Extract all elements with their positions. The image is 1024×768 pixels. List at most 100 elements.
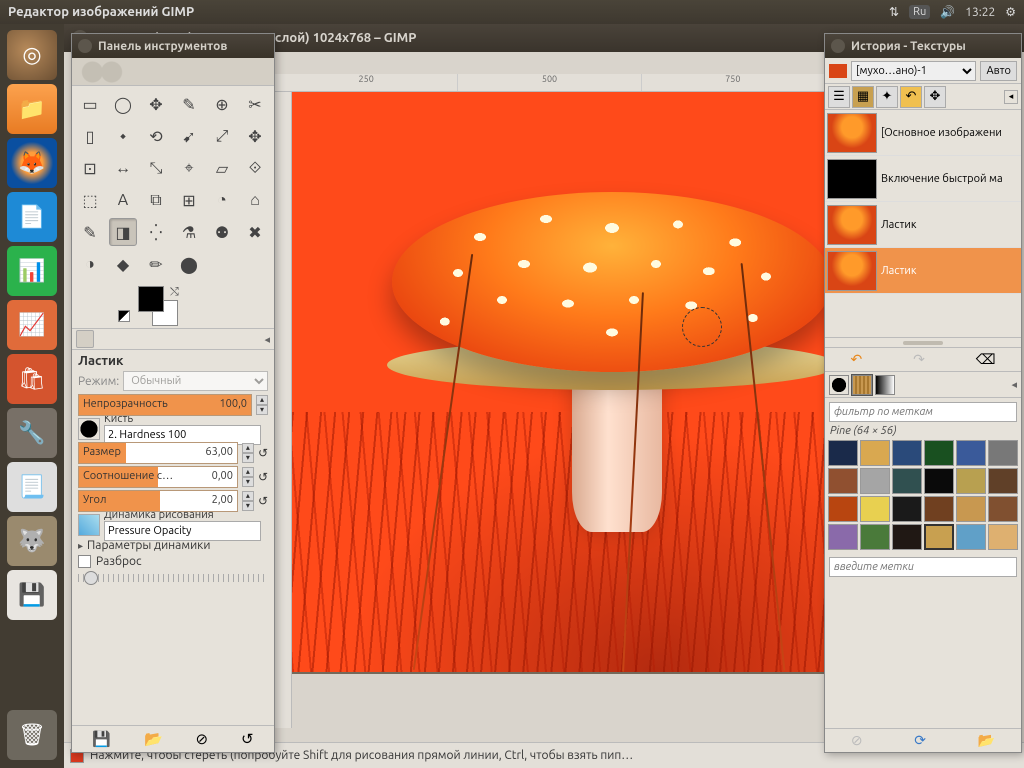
reset-aspect-icon[interactable]: ↺ xyxy=(258,470,268,484)
tool-9[interactable]: ➹ xyxy=(175,122,203,150)
tool-6[interactable]: ▯ xyxy=(76,122,104,150)
save-preset-icon[interactable]: 💾 xyxy=(92,730,111,748)
aspect-slider[interactable]: Соотношение с… 0,00 xyxy=(78,466,238,488)
tool-15[interactable]: ⌖ xyxy=(175,154,203,182)
gear-icon[interactable]: ⚙ xyxy=(1005,5,1016,19)
layers-tab-icon[interactable]: ☰ xyxy=(828,86,850,108)
default-colors-icon[interactable] xyxy=(118,310,130,322)
tool-2[interactable]: ✥ xyxy=(142,90,170,118)
paths-tab-icon[interactable]: ✦ xyxy=(876,86,898,108)
tool-1[interactable]: ◯ xyxy=(109,90,137,118)
undo-history-tab-icon[interactable]: ↶ xyxy=(900,86,922,108)
patterns-tab-icon[interactable] xyxy=(852,375,872,395)
color-swatches[interactable]: ⤭ xyxy=(138,286,274,326)
delete-preset-icon[interactable]: ⊘ xyxy=(196,730,209,748)
history-item[interactable]: Включение быстрой ма xyxy=(825,156,1021,202)
size-spinner[interactable]: ▴▾ xyxy=(242,443,254,463)
swap-colors-icon[interactable]: ⤭ xyxy=(170,286,179,299)
tool-14[interactable]: ⤡ xyxy=(142,154,170,182)
trash-icon[interactable]: 🗑 xyxy=(7,710,57,760)
pattern-filter-input[interactable] xyxy=(829,402,1017,422)
pattern-swatch[interactable] xyxy=(828,468,858,494)
right-dock-titlebar[interactable]: История - Текстуры xyxy=(825,34,1021,58)
scatter-checkbox[interactable]: Разброс xyxy=(78,555,268,568)
pattern-swatch[interactable] xyxy=(860,496,890,522)
angle-slider[interactable]: Угол 2,00 xyxy=(78,490,238,512)
tool-10[interactable]: ⤢ xyxy=(208,122,236,150)
opacity-spinner[interactable]: ▴▾ xyxy=(256,395,268,415)
tab-menu-icon[interactable]: ◂ xyxy=(1011,378,1017,391)
image-selector[interactable]: [мухо…ано)-1 xyxy=(851,61,976,81)
tab-menu-icon[interactable]: ◂ xyxy=(1004,90,1018,104)
pattern-swatch[interactable] xyxy=(860,524,890,550)
tool-16[interactable]: ▱ xyxy=(208,154,236,182)
tool-26[interactable]: ⁛ xyxy=(142,218,170,246)
nav-tab-icon[interactable]: ✥ xyxy=(924,86,946,108)
tool-27[interactable]: ⚗ xyxy=(175,218,203,246)
tool-30[interactable]: ◑ xyxy=(76,250,104,278)
pattern-swatch[interactable] xyxy=(892,524,922,550)
tool-33[interactable]: ⬤ xyxy=(175,250,203,278)
undo-icon[interactable]: ↶ xyxy=(850,351,862,368)
mode-select[interactable]: Обычный xyxy=(123,371,268,391)
angle-spinner[interactable]: ▴▾ xyxy=(242,491,254,511)
libreoffice-icon[interactable]: 📃 xyxy=(7,462,57,512)
tool-21[interactable]: ⊞ xyxy=(175,186,203,214)
brush-preview[interactable] xyxy=(78,418,100,440)
pattern-swatch[interactable] xyxy=(988,468,1018,494)
pattern-swatch[interactable] xyxy=(924,524,954,550)
tool-22[interactable]: ◔ xyxy=(208,186,236,214)
tool-24[interactable]: ✎ xyxy=(76,218,104,246)
vertical-ruler[interactable] xyxy=(274,92,292,728)
tool-29[interactable]: ✖ xyxy=(241,218,269,246)
settings-icon[interactable]: 🔧 xyxy=(7,408,57,458)
pattern-swatch[interactable] xyxy=(988,496,1018,522)
restore-preset-icon[interactable]: 📂 xyxy=(144,730,163,748)
delete-pattern-icon[interactable]: ⊘ xyxy=(851,732,863,749)
pattern-swatch[interactable] xyxy=(892,468,922,494)
dynamics-preview[interactable] xyxy=(78,514,100,536)
tool-0[interactable]: ▭ xyxy=(76,90,104,118)
scatter-slider[interactable] xyxy=(78,574,268,582)
pattern-swatch[interactable] xyxy=(988,440,1018,466)
gradients-tab-icon[interactable] xyxy=(875,375,895,395)
pattern-swatch[interactable] xyxy=(924,468,954,494)
tool-25[interactable]: ◨ xyxy=(109,218,137,246)
tool-23[interactable]: ⌂ xyxy=(241,186,269,214)
channels-tab-icon[interactable]: ▦ xyxy=(852,86,874,108)
pattern-swatch[interactable] xyxy=(988,524,1018,550)
network-icon[interactable]: ⇅ xyxy=(889,5,899,19)
opacity-slider[interactable]: Непрозрачность 100,0 xyxy=(78,394,252,416)
pattern-swatch[interactable] xyxy=(924,496,954,522)
pattern-swatch[interactable] xyxy=(828,496,858,522)
reset-angle-icon[interactable]: ↺ xyxy=(258,494,268,508)
close-icon[interactable] xyxy=(78,39,92,53)
tool-4[interactable]: ⊕ xyxy=(208,90,236,118)
pattern-swatch[interactable] xyxy=(892,496,922,522)
brushes-tab-icon[interactable] xyxy=(829,375,849,395)
dynamics-input[interactable] xyxy=(104,521,261,541)
tool-32[interactable]: ✏ xyxy=(142,250,170,278)
calc-icon[interactable]: 📊 xyxy=(7,246,57,296)
size-slider[interactable]: Размер 63,00 xyxy=(78,442,238,464)
tool-8[interactable]: ⟲ xyxy=(142,122,170,150)
software-center-icon[interactable]: 🛍 xyxy=(7,354,57,404)
fg-color[interactable] xyxy=(138,286,164,312)
pattern-swatch[interactable] xyxy=(924,440,954,466)
pattern-swatch[interactable] xyxy=(860,468,890,494)
clear-history-icon[interactable]: ⌫ xyxy=(976,351,996,368)
writer-icon[interactable]: 📄 xyxy=(7,192,57,242)
dash-icon[interactable]: ◎ xyxy=(7,30,57,80)
tool-13[interactable]: ↔ xyxy=(109,154,137,182)
horizontal-ruler[interactable]: 250 500 750 xyxy=(274,74,824,92)
history-item[interactable]: [Основное изображени xyxy=(825,110,1021,156)
toolbox-titlebar[interactable]: Панель инструментов xyxy=(72,34,274,58)
gimp-icon[interactable]: 🐺 xyxy=(7,516,57,566)
tool-3[interactable]: ✎ xyxy=(175,90,203,118)
tool-17[interactable]: ⟐ xyxy=(241,154,269,182)
tool-7[interactable]: ⬩ xyxy=(109,122,137,150)
close-icon[interactable] xyxy=(831,39,845,53)
reset-preset-icon[interactable]: ↺ xyxy=(241,730,254,748)
tool-28[interactable]: ⚉ xyxy=(208,218,236,246)
impress-icon[interactable]: 📈 xyxy=(7,300,57,350)
